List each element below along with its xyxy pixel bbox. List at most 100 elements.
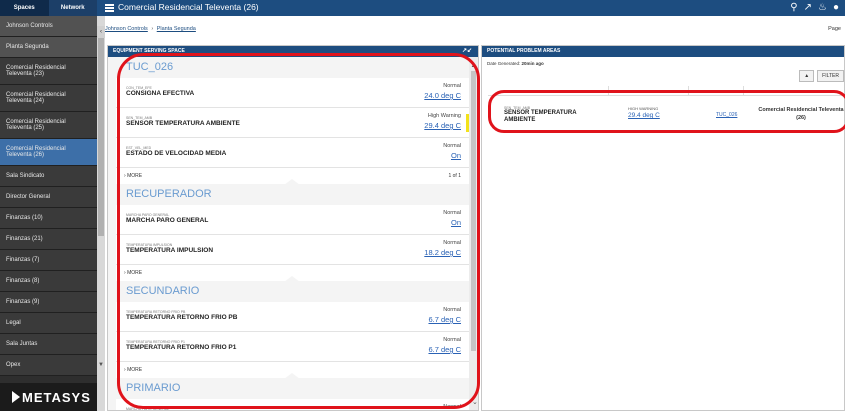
point-status: Normal — [443, 337, 461, 343]
breadcrumb-current[interactable]: Planta Segunda — [157, 26, 196, 32]
search-icon[interactable]: ⚲ — [790, 2, 797, 13]
nav-item[interactable]: Comercial Residencial Televenta (24) — [0, 85, 97, 112]
point-name: ESTADO DE VELOCIDAD MEDIA — [126, 150, 227, 157]
date-generated-value: 20min ago — [521, 61, 544, 66]
equipment-list: TUC_026 CON_TEM_EFE CONSIGNA EFECTIVA Norma… — [116, 57, 470, 411]
point-card[interactable]: TEMPERATURA RETORNO FRIO P1 TEMPERATURA R… — [116, 332, 470, 362]
problem-severity: HIGH WARNING — [628, 106, 659, 111]
nav-item[interactable]: Comercial Residencial Televenta (25) — [0, 112, 97, 139]
point-status: Normal — [443, 143, 461, 149]
nav-item[interactable]: Finanzas (10) — [0, 208, 97, 229]
problem-value-link[interactable]: 29.4 deg C — [628, 112, 660, 119]
equipment-group-title[interactable]: TUC_026 — [116, 57, 470, 78]
user-icon[interactable]: ● — [833, 2, 839, 13]
point-value-link[interactable]: 29.4 deg C — [424, 121, 461, 130]
nav-item[interactable]: Finanzas (8) — [0, 271, 97, 292]
export-button[interactable]: ▲ — [799, 70, 815, 82]
equipment-scrollbar[interactable]: ▲ — [469, 57, 478, 410]
point-card[interactable]: TEMPERATURA RETORNO FRIO PB TEMPERATURA R… — [116, 302, 470, 332]
problems-panel-header: POTENTIAL PROBLEM AREAS — [482, 46, 844, 57]
more-label: MORE — [127, 367, 143, 373]
problem-space: Comercial Residencial Televenta (26) — [758, 107, 844, 121]
problems-panel-title: POTENTIAL PROBLEM AREAS — [487, 48, 561, 54]
point-card[interactable]: MARCHA PARO GENERALMARCHA PARO GENERALNo… — [116, 205, 470, 235]
nav-item[interactable]: Comercial Residencial Televenta (23) — [0, 58, 97, 85]
more-label: MORE — [127, 173, 143, 179]
point-status: Normal — [443, 404, 461, 410]
download-icon: ▲ — [804, 73, 810, 79]
scroll-down-icon[interactable]: ▼ — [97, 362, 105, 368]
point-card[interactable]: CON_TEM_EFE CONSIGNA EFECTIVA Normal 24.0 d… — [116, 78, 470, 108]
breadcrumb-separator: › — [151, 26, 154, 32]
point-short-name: MARCHA PARO GENERAL — [126, 407, 170, 411]
point-status: Normal — [443, 240, 461, 246]
nav-tabs: Spaces Network — [0, 0, 97, 16]
nav-list: Johnson Controls Planta Segunda Comercial … — [0, 16, 97, 376]
point-status: Normal — [443, 83, 461, 89]
problem-equipment-link[interactable]: TUC_026 — [716, 112, 737, 118]
point-name: TEMPERATURA RETORNO FRIO PB — [126, 314, 238, 321]
left-navigation: Spaces Network Johnson Controls Planta Se… — [0, 0, 97, 411]
alarm-bell-icon[interactable]: ♨ — [818, 2, 827, 13]
collapse-nav-button[interactable]: ‹ — [97, 26, 105, 38]
point-name: TEMPERATURA RETORNO FRIO P1 — [126, 344, 237, 351]
problem-row[interactable]: SEN_TEM_AMB SENSOR TEMPERATURA AMBIENTE … — [488, 100, 845, 132]
nav-item[interactable]: Johnson Controls — [0, 16, 97, 37]
expand-icon[interactable]: ↗↙ — [462, 46, 472, 57]
equipment-group-title[interactable]: RECUPERADOR — [116, 184, 470, 205]
scroll-up-icon[interactable]: ▲ — [469, 63, 478, 69]
nav-item[interactable]: Sala Sindicato — [0, 166, 97, 187]
tab-spaces[interactable]: Spaces — [0, 0, 49, 16]
point-value-link[interactable]: On — [451, 151, 461, 160]
nav-item[interactable]: Sala Juntas — [0, 334, 97, 355]
point-name: TEMPERATURA IMPULSION — [126, 247, 214, 254]
group-divider — [284, 276, 300, 282]
point-card[interactable]: TEMPERATURA IMPULSION TEMPERATURA IMPULSI… — [116, 235, 470, 265]
filter-button[interactable]: FILTER — [817, 70, 844, 82]
nav-item[interactable]: Planta Segunda — [0, 37, 97, 58]
tab-network[interactable]: Network — [49, 0, 98, 16]
breadcrumb-root[interactable]: Johnson Controls — [105, 26, 148, 32]
point-value-link[interactable]: 18.2 deg C — [424, 248, 461, 257]
nav-scrollbar[interactable]: ▲ ▼ — [97, 16, 105, 411]
more-row: › MORE — [116, 265, 470, 282]
equipment-panel-title: EQUIPMENT SERVING SPACE — [113, 48, 185, 54]
nav-scroll-thumb[interactable] — [98, 36, 104, 236]
top-bar: Comercial Residencial Televenta (26) ⚲ ↗… — [97, 0, 845, 16]
date-generated-label: Date Generated: — [487, 61, 521, 66]
more-button[interactable]: › MORE — [124, 367, 142, 373]
logo-arrow-icon — [12, 391, 20, 403]
equipment-group-title[interactable]: PRIMARIO — [116, 378, 470, 399]
point-name: SENSOR TEMPERATURA AMBIENTE — [126, 120, 240, 127]
nav-item[interactable]: Finanzas (7) — [0, 250, 97, 271]
point-card[interactable]: EST_VEL_MED ESTADO DE VELOCIDAD MEDIA Norm… — [116, 138, 470, 168]
space-title: Comercial Residencial Televenta (26) — [118, 2, 259, 12]
point-value-link[interactable]: 24.0 deg C — [424, 91, 461, 100]
more-button[interactable]: › MORE — [124, 173, 142, 179]
point-value-link[interactable]: On — [451, 218, 461, 227]
more-button[interactable]: › MORE — [124, 270, 142, 276]
nav-item[interactable]: Director General — [0, 187, 97, 208]
trend-icon[interactable]: ↗ — [804, 2, 812, 13]
nav-item[interactable]: Legal — [0, 313, 97, 334]
group-divider — [284, 373, 300, 379]
equipment-group-title[interactable]: SECUNDARIO — [116, 281, 470, 302]
equipment-scroll-thumb[interactable] — [471, 71, 476, 351]
menu-icon[interactable] — [105, 4, 114, 12]
problems-panel: POTENTIAL PROBLEM AREAS Date Generated: … — [481, 45, 845, 411]
nav-item[interactable]: Finanzas (21) — [0, 229, 97, 250]
nav-item[interactable]: Comercial Residencial Televenta (26) — [0, 139, 97, 166]
point-name: MARCHA PARO GENERAL — [126, 217, 209, 224]
page-label: Page — [828, 26, 841, 32]
scroll-down-icon[interactable]: ⌄ — [472, 398, 478, 406]
nav-item[interactable]: Opex — [0, 355, 97, 376]
point-value-link[interactable]: 6.7 deg C — [428, 315, 461, 324]
equipment-panel: EQUIPMENT SERVING SPACE ↗↙ TUC_026 CON_TE… — [107, 45, 479, 411]
point-name: CONSIGNA EFECTIVA — [126, 90, 195, 97]
group-divider — [284, 179, 300, 185]
point-value-link[interactable]: 6.7 deg C — [428, 345, 461, 354]
point-card[interactable]: MARCHA PARO GENERALMARCHA PARO GENERALNo… — [116, 399, 470, 411]
breadcrumb: Johnson Controls › Planta Segunda Page — [105, 26, 845, 38]
nav-item[interactable]: Finanzas (9) — [0, 292, 97, 313]
point-card[interactable]: SEN_TEM_AMB SENSOR TEMPERATURA AMBIENTE Hi… — [116, 108, 470, 138]
